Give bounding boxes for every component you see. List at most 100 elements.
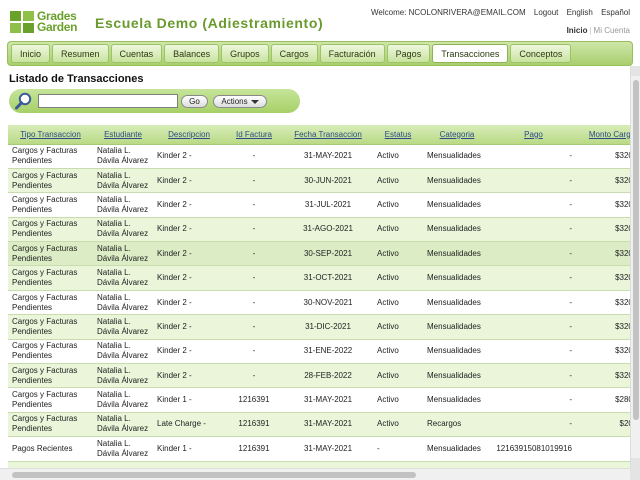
table-row[interactable]: Pagos Recientes Natalia L. Dávila Álvarez… <box>8 436 632 462</box>
cell-tipo: Cargos y Facturas Pendientes <box>8 363 93 389</box>
nav-tab-facturacion[interactable]: Facturación <box>319 44 385 63</box>
cell-tipo: Cargos y Facturas Pendientes <box>8 339 93 365</box>
search-bar: Go Actions <box>9 89 300 113</box>
cell-categoria <box>423 461 491 468</box>
cell-categoria: Mensualidades <box>423 192 491 218</box>
cell-estudiante: Natalia L. Dávila Álvarez <box>93 290 153 316</box>
grades-garden-logo[interactable]: Grades Garden <box>10 9 94 35</box>
cell-fecha: 31-ENE-2022 <box>283 339 373 365</box>
cell-descripcion: Kinder 1 - <box>153 387 225 413</box>
cell-descripcion: Kinder 2 - <box>153 265 225 291</box>
cell-descripcion: Kinder 2 - <box>153 241 225 267</box>
cell-fecha: 31-DIC-2021 <box>283 314 373 340</box>
cell-monto: $320.00 <box>576 314 632 340</box>
cell-estudiante: Natalia L. Dávila Álvarez <box>93 168 153 194</box>
nav-tab-transacciones[interactable]: Transacciones <box>432 44 509 63</box>
col-header-descripcion[interactable]: Descripcion <box>153 125 225 145</box>
nav-tab-cuentas[interactable]: Cuentas <box>110 44 163 63</box>
logo-text-line2: Garden <box>37 20 78 34</box>
table-row[interactable]: Natalia L. <box>8 461 632 468</box>
cell-tipo: Cargos y Facturas Pendientes <box>8 241 93 267</box>
lang-english-link[interactable]: English <box>567 8 593 17</box>
col-header-tipo[interactable]: Tipo Transaccion <box>8 125 93 145</box>
cell-estatus: Activo <box>373 314 423 340</box>
logout-link[interactable]: Logout <box>534 8 558 17</box>
cell-estatus: Activo <box>373 412 423 438</box>
table-row[interactable]: Cargos y Facturas Pendientes Natalia L. D… <box>8 290 632 316</box>
cell-categoria: Mensualidades <box>423 168 491 194</box>
search-input[interactable] <box>38 94 178 108</box>
mi-cuenta-link[interactable]: Mi Cuenta <box>594 26 630 35</box>
col-header-categoria[interactable]: Categoria <box>423 125 491 145</box>
cell-fecha: 30-SEP-2021 <box>283 241 373 267</box>
table-row[interactable]: Cargos y Facturas Pendientes Natalia L. D… <box>8 339 632 365</box>
cell-tipo: Pagos Recientes <box>8 436 93 462</box>
actions-button[interactable]: Actions <box>213 95 267 108</box>
cell-tipo: Cargos y Facturas Pendientes <box>8 290 93 316</box>
nav-tab-conceptos[interactable]: Conceptos <box>510 44 572 63</box>
scroll-up-icon[interactable] <box>631 66 640 76</box>
school-name: Escuela Demo (Adiestramiento) <box>95 15 324 31</box>
cell-categoria: Mensualidades <box>423 436 491 462</box>
table-row[interactable]: Cargos y Facturas Pendientes Natalia L. D… <box>8 144 632 169</box>
col-header-estatus[interactable]: Estatus <box>373 125 423 145</box>
cell-estudiante: Natalia L. Dávila Álvarez <box>93 363 153 389</box>
cell-fecha: 31-MAY-2021 <box>283 144 373 169</box>
cell-estudiante: Natalia L. Dávila Álvarez <box>93 339 153 365</box>
cell-monto: $320.00 <box>576 265 632 291</box>
col-header-estudiante[interactable]: Estudiante <box>93 125 153 145</box>
cell-descripcion: Kinder 2 - <box>153 363 225 389</box>
cell-monto: $20.00 <box>576 412 632 438</box>
cell-pago: - <box>491 412 576 438</box>
table-row[interactable]: Cargos y Facturas Pendientes Natalia L. D… <box>8 192 632 218</box>
transactions-table-container: Tipo Transaccion Estudiante Descripcion … <box>8 125 632 468</box>
cell-tipo: Cargos y Facturas Pendientes <box>8 412 93 438</box>
cell-descripcion: Kinder 2 - <box>153 339 225 365</box>
vertical-scrollbar[interactable] <box>630 66 640 468</box>
cell-estatus: Activo <box>373 241 423 267</box>
nav-tab-grupos[interactable]: Grupos <box>221 44 269 63</box>
col-header-id-factura[interactable]: Id Factura <box>225 125 283 145</box>
cell-fecha: 28-FEB-2022 <box>283 363 373 389</box>
cell-pago: - <box>491 363 576 389</box>
table-row[interactable]: Cargos y Facturas Pendientes Natalia L. D… <box>8 265 632 291</box>
account-links: Inicio | Mi Cuenta <box>567 26 630 35</box>
cell-estatus: - <box>373 436 423 462</box>
table-row[interactable]: Cargos y Facturas Pendientes Natalia L. D… <box>8 387 632 413</box>
table-row[interactable]: Cargos y Facturas Pendientes Natalia L. D… <box>8 217 632 243</box>
cell-tipo: Cargos y Facturas Pendientes <box>8 144 93 169</box>
scroll-down-icon[interactable] <box>631 458 640 468</box>
lang-espanol-link[interactable]: Español <box>601 8 630 17</box>
cell-pago: - <box>491 339 576 365</box>
table-row[interactable]: Cargos y Facturas Pendientes Natalia L. D… <box>8 168 632 194</box>
cell-id-factura: - <box>225 339 283 365</box>
nav-tab-inicio[interactable]: Inicio <box>11 44 51 63</box>
cell-monto: $320.00 <box>576 290 632 316</box>
col-header-pago[interactable]: Pago <box>491 125 576 145</box>
cell-id-factura: - <box>225 314 283 340</box>
nav-tab-pagos[interactable]: Pagos <box>386 44 431 63</box>
inicio-link[interactable]: Inicio <box>567 26 588 35</box>
cell-estudiante: Natalia L. Dávila Álvarez <box>93 144 153 169</box>
table-row[interactable]: Cargos y Facturas Pendientes Natalia L. D… <box>8 363 632 389</box>
cell-fecha: 30-JUN-2021 <box>283 168 373 194</box>
table-row[interactable]: Cargos y Facturas Pendientes Natalia L. D… <box>8 241 632 267</box>
horizontal-scrollbar[interactable] <box>0 468 630 480</box>
vertical-scroll-thumb[interactable] <box>633 80 639 420</box>
nav-tab-balances[interactable]: Balances <box>164 44 220 63</box>
col-header-fecha[interactable]: Fecha Transaccion <box>283 125 373 145</box>
cell-fecha: 31-MAY-2021 <box>283 436 373 462</box>
table-row[interactable]: Cargos y Facturas Pendientes Natalia L. D… <box>8 314 632 340</box>
horizontal-scroll-thumb[interactable] <box>12 472 416 478</box>
cell-descripcion: Kinder 2 - <box>153 290 225 316</box>
go-button[interactable]: Go <box>181 95 208 108</box>
cell-estudiante: Natalia L. <box>93 461 153 468</box>
cell-tipo: Cargos y Facturas Pendientes <box>8 387 93 413</box>
nav-tab-resumen[interactable]: Resumen <box>52 44 109 63</box>
table-row[interactable]: Cargos y Facturas Pendientes Natalia L. D… <box>8 412 632 438</box>
cell-fecha: 30-NOV-2021 <box>283 290 373 316</box>
nav-tab-cargos[interactable]: Cargos <box>270 44 318 63</box>
cell-categoria: Mensualidades <box>423 144 491 169</box>
col-header-monto[interactable]: Monto Cargo <box>576 125 632 145</box>
cell-fecha: 31-MAY-2021 <box>283 412 373 438</box>
